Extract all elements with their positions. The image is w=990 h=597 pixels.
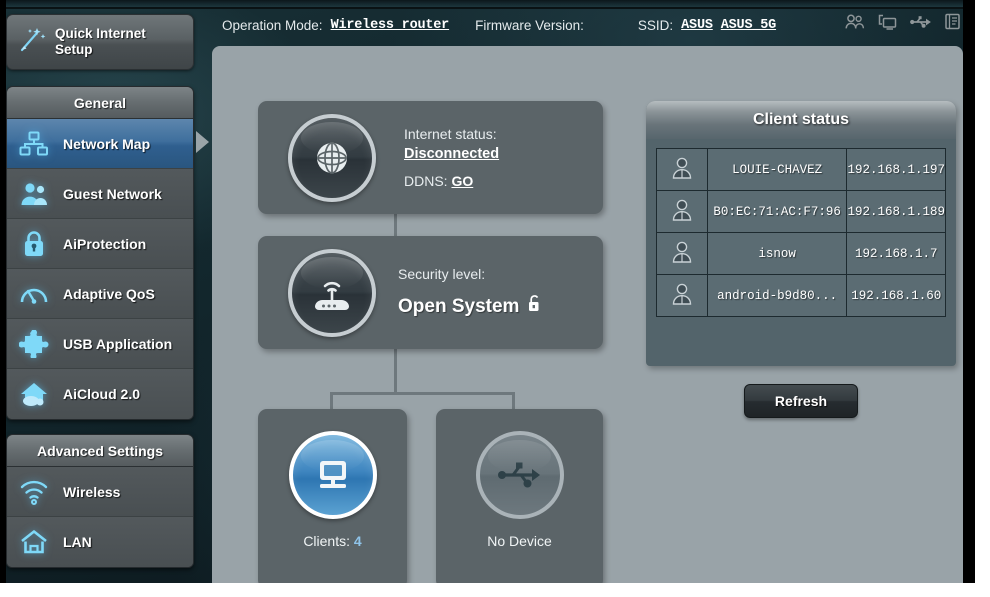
table-row[interactable]: LOUIE-CHAVEZ 192.168.1.197 xyxy=(656,148,946,191)
client-ip: 192.168.1.189 xyxy=(846,190,946,233)
sidebar-group-title-advanced: Advanced Settings xyxy=(7,435,193,467)
sidebar-item-aiprotection[interactable]: AiProtection xyxy=(7,219,193,269)
sidebar-item-lan[interactable]: LAN xyxy=(7,517,193,567)
clients-card[interactable]: Clients: 4 xyxy=(258,409,407,583)
client-name: B0:EC:71:AC:F7:96 xyxy=(706,190,848,233)
clients-count: 4 xyxy=(353,533,362,549)
sidebar-item-label: Guest Network xyxy=(63,185,162,202)
quick-internet-setup-button[interactable]: Quick Internet Setup xyxy=(6,14,194,70)
internet-status-value[interactable]: Disconnected xyxy=(404,144,499,165)
user-icon xyxy=(656,190,708,233)
operation-mode-label: Operation Mode: xyxy=(222,17,323,33)
sidebar-item-network-map[interactable]: Network Map xyxy=(7,119,193,169)
usb-icon[interactable] xyxy=(910,15,931,29)
client-status-title: Client status xyxy=(646,101,956,139)
ddns-go-link[interactable]: GO xyxy=(451,173,473,189)
ssid-label: SSID: xyxy=(637,17,674,33)
refresh-button-wrap: Refresh xyxy=(646,384,956,418)
sidebar-item-usb-application[interactable]: USB Application xyxy=(7,319,193,369)
selected-item-arrow-icon xyxy=(196,131,209,153)
clients-caption: Clients: 4 xyxy=(303,533,361,549)
connector-internet-security xyxy=(394,214,397,236)
sidebar-group-advanced: Advanced Settings Wireless LAN xyxy=(6,434,194,568)
right-edge xyxy=(963,0,975,583)
internet-status-label: Internet status: xyxy=(404,126,497,142)
monitor-icon xyxy=(288,431,377,519)
operation-mode-value[interactable]: Wireless router xyxy=(331,18,450,33)
top-bar xyxy=(0,0,975,7)
ddns-row: DDNS: GO xyxy=(404,171,499,191)
sidebar-item-label: Wireless xyxy=(63,483,121,500)
house-icon xyxy=(17,529,51,555)
security-level-value-row: Open System xyxy=(398,294,543,319)
sidebar-item-aicloud[interactable]: AiCloud 2.0 xyxy=(7,369,193,419)
router-admin-page: Operation Mode: Wireless router Firmware… xyxy=(0,0,990,597)
header-icon-bar xyxy=(845,13,961,30)
lock-shield-icon xyxy=(17,230,51,258)
connector-security-down xyxy=(394,349,397,394)
security-level-value: Open System xyxy=(398,295,520,317)
sidebar-item-label: AiProtection xyxy=(63,235,147,252)
client-status-table: LOUIE-CHAVEZ 192.168.1.197 B0:EC:71:AC:F… xyxy=(656,148,946,317)
quick-internet-setup-label: Quick Internet Setup xyxy=(55,26,146,57)
network-map-icon xyxy=(17,131,51,157)
client-ip: 192.168.1.7 xyxy=(846,232,946,275)
client-status-panel: Client status LOUIE-CHAVEZ 192.168.1.197 xyxy=(646,101,956,366)
sidebar-item-label: AiCloud 2.0 xyxy=(63,386,141,402)
sidebar-item-label: USB Application xyxy=(63,335,173,352)
client-ip: 192.168.1.197 xyxy=(846,148,946,191)
network-map-tree: Internet status: Disconnected DDNS: GO S… xyxy=(212,46,642,583)
client-ip: 192.168.1.60 xyxy=(846,274,946,317)
puzzle-piece-icon xyxy=(17,329,51,358)
table-row[interactable]: android-b9d80... 192.168.1.60 xyxy=(656,274,946,317)
ddns-label: DDNS: xyxy=(404,173,448,189)
connector-horizontal xyxy=(330,392,515,395)
table-row[interactable]: B0:EC:71:AC:F7:96 192.168.1.189 xyxy=(656,190,946,233)
sidebar-item-wireless[interactable]: Wireless xyxy=(7,467,193,517)
sidebar-group-title-general: General xyxy=(7,87,193,119)
top-bar-divider xyxy=(0,7,975,9)
guest-network-icon xyxy=(17,181,51,207)
user-icon xyxy=(656,148,708,191)
magic-wand-icon xyxy=(15,23,49,62)
network-clients-icon[interactable] xyxy=(878,14,897,30)
clients-caption-label: Clients: xyxy=(303,533,350,549)
cloud-house-icon xyxy=(17,380,51,408)
ssid-value-24g[interactable]: ASUS xyxy=(681,18,713,33)
usb-caption: No Device xyxy=(487,533,552,549)
ssid-value-5g[interactable]: ASUS_5G xyxy=(721,18,777,33)
security-level-label: Security level: xyxy=(398,266,486,282)
sidebar-item-adaptive-qos[interactable]: Adaptive QoS xyxy=(7,269,193,319)
sidebar: Quick Internet Setup General Network Map xyxy=(6,14,198,582)
internet-status-text: Internet status: Disconnected DDNS: GO xyxy=(404,124,499,191)
user-icon xyxy=(656,274,708,317)
unlocked-padlock-icon xyxy=(527,294,543,319)
main-content-panel: Internet status: Disconnected DDNS: GO S… xyxy=(212,46,963,583)
system-log-icon[interactable] xyxy=(944,13,961,30)
router-signal-icon xyxy=(288,248,376,337)
speedometer-icon xyxy=(17,280,51,308)
firmware-version-label: Firmware Version: xyxy=(475,17,584,33)
sidebar-item-guest-network[interactable]: Guest Network xyxy=(7,169,193,219)
globe-icon xyxy=(288,113,376,202)
sidebar-group-general: General Network Map Guest Network AiProt… xyxy=(6,86,194,420)
internet-status-card[interactable]: Internet status: Disconnected DDNS: GO xyxy=(258,101,603,214)
client-name: LOUIE-CHAVEZ xyxy=(706,148,848,191)
sidebar-item-label: Network Map xyxy=(63,135,151,152)
guest-users-icon[interactable] xyxy=(845,14,865,30)
usb-icon xyxy=(475,431,564,519)
client-name: android-b9d80... xyxy=(706,274,848,317)
table-row[interactable]: isnow 192.168.1.7 xyxy=(656,232,946,275)
security-level-card[interactable]: Security level: Open System xyxy=(258,236,603,349)
client-name: isnow xyxy=(706,232,848,275)
sidebar-item-label: LAN xyxy=(63,534,92,550)
usb-device-card[interactable]: No Device xyxy=(436,409,603,583)
wifi-icon xyxy=(17,479,51,505)
security-level-text: Security level: Open System xyxy=(398,266,543,319)
refresh-button[interactable]: Refresh xyxy=(743,384,859,418)
sidebar-item-label: Adaptive QoS xyxy=(63,285,155,302)
user-icon xyxy=(656,232,708,275)
